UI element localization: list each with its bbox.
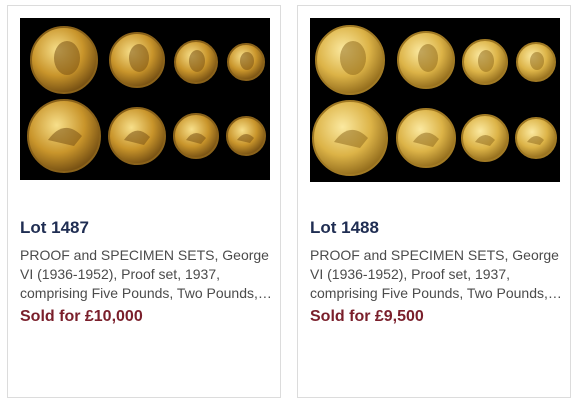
coin-set-image[interactable]: [20, 18, 270, 180]
lot-description: PROOF and SPECIMEN SETS, George VI (1936…: [310, 247, 559, 301]
coin-set-illustration: [310, 18, 560, 182]
lot-number[interactable]: Lot 1487: [20, 218, 89, 238]
lot-card[interactable]: Lot 1488 PROOF and SPECIMEN SETS, George…: [297, 5, 571, 398]
lot-grid: Lot 1487 PROOF and SPECIMEN SETS, George…: [0, 0, 583, 410]
lot-card[interactable]: Lot 1487 PROOF and SPECIMEN SETS, George…: [7, 5, 281, 398]
coin-set-image[interactable]: [310, 18, 560, 182]
lot-number[interactable]: Lot 1488: [310, 218, 379, 238]
coin-set-illustration: [20, 18, 270, 180]
lot-description: PROOF and SPECIMEN SETS, George VI (1936…: [20, 247, 269, 301]
sold-price: Sold for £10,000: [20, 308, 143, 325]
sold-price: Sold for £9,500: [310, 308, 424, 325]
